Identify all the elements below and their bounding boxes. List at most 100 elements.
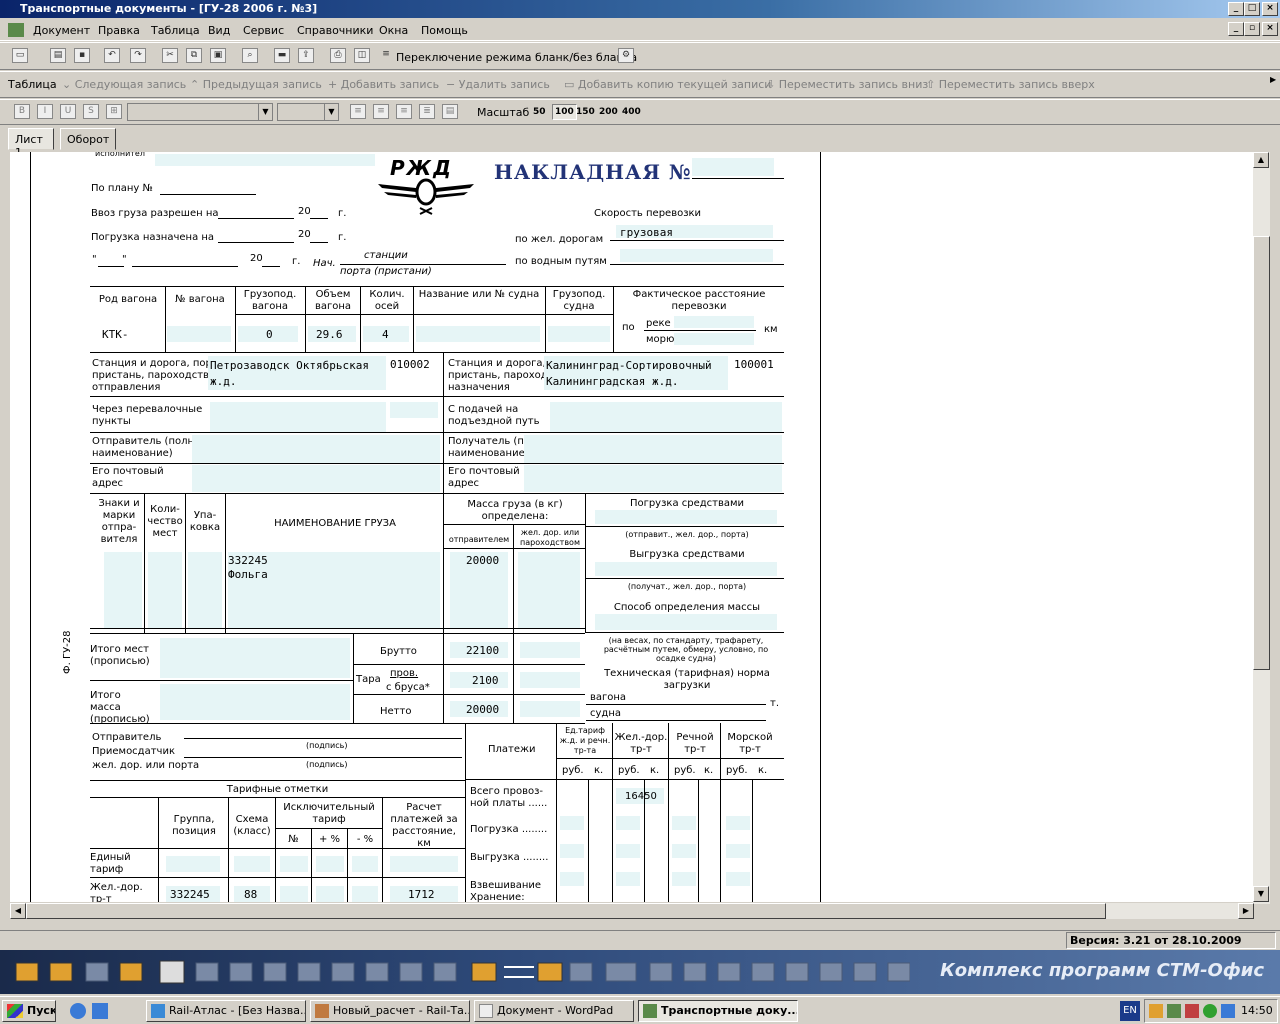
prev-record-button[interactable]: ⌃ Предыдущая запись (190, 78, 322, 91)
undo-icon[interactable]: ↶ (104, 48, 120, 63)
copy-icon[interactable]: ⧉ (186, 48, 202, 63)
mass-method-field[interactable] (595, 614, 777, 630)
strike-button[interactable]: S (83, 104, 99, 119)
pay-cell[interactable] (672, 816, 696, 830)
menu-references[interactable]: Справочники (297, 24, 373, 37)
scale-400-button[interactable]: 400 (622, 107, 641, 117)
scroll-right-icon[interactable]: ▶ (1238, 903, 1254, 919)
rail-minus-field[interactable] (352, 886, 378, 902)
vertical-scroll-thumb[interactable] (1253, 236, 1270, 670)
add-record-button[interactable]: + Добавить запись (328, 78, 439, 91)
bold-button[interactable]: B (14, 104, 30, 119)
find-icon[interactable]: ⌕ (242, 48, 258, 63)
copy-record-button[interactable]: ▭ Добавить копию текущей записи (564, 78, 771, 91)
water-speed-field[interactable] (620, 249, 773, 262)
redo-icon[interactable]: ↷ (130, 48, 146, 63)
border-button[interactable]: ⊞ (106, 104, 122, 119)
start-button[interactable]: Пуск (2, 1000, 56, 1022)
vertical-scrollbar[interactable]: ▲ ▼ (1253, 152, 1270, 904)
launcher-icons[interactable] (10, 957, 910, 987)
vessel-name-field[interactable] (416, 326, 540, 342)
paste-icon[interactable]: ▣ (210, 48, 226, 63)
task-transport-docs[interactable]: Транспортные доку... (638, 1000, 798, 1022)
close-button[interactable]: × (1262, 2, 1278, 16)
menu-service[interactable]: Сервис (243, 24, 284, 37)
horizontal-scrollbar[interactable]: ◀ ▶ (10, 903, 1254, 919)
pay-cell[interactable] (616, 816, 640, 830)
preview-icon[interactable]: ◫ (354, 48, 370, 63)
pay-cell[interactable] (560, 844, 584, 858)
align-left-icon[interactable]: ≡ (350, 104, 366, 119)
wagon-number-field[interactable] (167, 326, 231, 342)
vessel-capacity-field[interactable] (548, 326, 610, 342)
tray-app-icon[interactable] (1149, 1004, 1163, 1018)
packing-field[interactable] (188, 552, 222, 628)
menu-table[interactable]: Таблица (151, 24, 200, 37)
document-canvas[interactable]: исполнител По плану № Ввоз груза разреше… (10, 152, 1256, 902)
unified-scheme-field[interactable] (234, 856, 270, 872)
export-icon[interactable]: ⇪ (298, 48, 314, 63)
settings-icon[interactable]: ⚙ (618, 48, 634, 63)
tab-reverse[interactable]: Оборот (60, 128, 116, 150)
clear-icon[interactable]: ▤ (442, 104, 458, 119)
netto-rail-field[interactable] (520, 701, 580, 717)
pay-cell[interactable] (616, 844, 640, 858)
doc-restore-button[interactable]: ▫ (1244, 22, 1260, 36)
menu-edit[interactable]: Правка (98, 24, 140, 37)
river-distance-field[interactable] (674, 316, 754, 328)
italic-button[interactable]: I (37, 104, 53, 119)
unified-minus-field[interactable] (352, 856, 378, 872)
pay-cell[interactable] (726, 872, 750, 886)
unified-plus-field[interactable] (316, 856, 344, 872)
menu-help[interactable]: Помощь (421, 24, 468, 37)
brutto-rail-field[interactable] (520, 642, 580, 658)
language-indicator[interactable]: EN (1120, 1001, 1140, 1021)
align-center-icon[interactable]: ≡ (373, 104, 389, 119)
scale-150-button[interactable]: 150 (576, 107, 595, 117)
receiver-field[interactable] (524, 435, 782, 463)
tray-app-icon[interactable] (1185, 1004, 1199, 1018)
transfer-code-field[interactable] (390, 402, 438, 418)
marks-field[interactable] (104, 552, 142, 628)
cut-icon[interactable]: ✂ (162, 48, 178, 63)
minimize-button[interactable]: _ (1228, 2, 1244, 16)
print-icon[interactable]: ⎙ (330, 48, 346, 63)
cargo-rail-mass-field[interactable] (518, 552, 580, 628)
invoice-number-field[interactable] (692, 158, 774, 176)
pay-cell[interactable] (726, 844, 750, 858)
ie-icon[interactable] (70, 1003, 86, 1019)
align-right-icon[interactable]: ≡ (396, 104, 412, 119)
font-select[interactable]: ▼ (127, 103, 273, 121)
tray-app-icon[interactable] (1167, 1004, 1181, 1018)
doc-close-button[interactable]: × (1262, 22, 1278, 36)
unified-no-field[interactable] (280, 856, 308, 872)
receiver-address-field[interactable] (524, 465, 782, 492)
folder-icon[interactable]: ▬ (274, 48, 290, 63)
scale-100-button[interactable]: 100 (552, 104, 577, 120)
scale-200-button[interactable]: 200 (599, 107, 618, 117)
total-places-field[interactable] (160, 638, 350, 678)
pay-cell[interactable] (726, 816, 750, 830)
scale-50-button[interactable]: 50 (533, 107, 546, 117)
move-down-button[interactable]: ⇩ Переместить запись вниз (766, 78, 928, 91)
mode-switch-button[interactable]: Переключение режима бланк/без бланка (396, 51, 637, 64)
horizontal-scroll-thumb[interactable] (26, 903, 1106, 919)
save-icon[interactable]: ▪ (74, 48, 90, 63)
scroll-left-icon[interactable]: ◀ (10, 903, 26, 919)
pay-cell[interactable] (672, 872, 696, 886)
unified-distance-field[interactable] (390, 856, 458, 872)
next-record-button[interactable]: ⌄ Следующая запись (62, 78, 186, 91)
siding-field[interactable] (550, 402, 782, 432)
pay-cell[interactable] (616, 872, 640, 886)
tray-app-icon[interactable] (1221, 1004, 1235, 1018)
pay-cell[interactable] (560, 872, 584, 886)
tara-rail-field[interactable] (520, 672, 580, 688)
delete-record-button[interactable]: − Удалить запись (446, 78, 550, 91)
scroll-down-icon[interactable]: ▼ (1253, 886, 1269, 902)
unified-group-field[interactable] (166, 856, 220, 872)
sender-field[interactable] (192, 435, 440, 463)
move-up-button[interactable]: ⇧ Переместить запись вверх (926, 78, 1095, 91)
menu-view[interactable]: Вид (208, 24, 230, 37)
sender-address-field[interactable] (192, 465, 440, 492)
menu-windows[interactable]: Окна (379, 24, 408, 37)
